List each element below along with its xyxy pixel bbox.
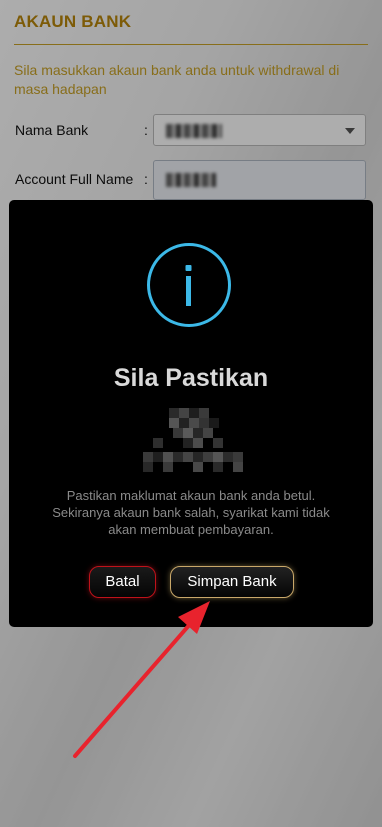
pointer-arrow-icon [73,601,210,758]
